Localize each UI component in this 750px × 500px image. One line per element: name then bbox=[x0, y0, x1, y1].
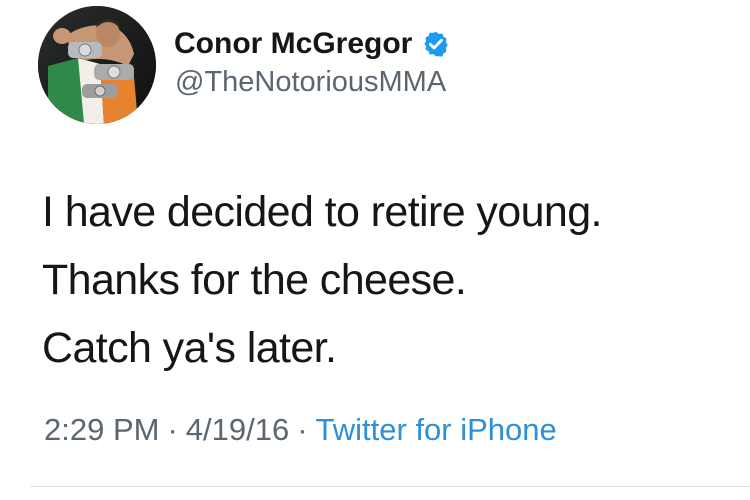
user-handle[interactable]: @TheNotoriousMMA bbox=[175, 66, 446, 99]
avatar[interactable] bbox=[38, 6, 156, 124]
meta-separator: · bbox=[167, 412, 178, 447]
tweet-text-line: Catch ya's later. bbox=[42, 324, 337, 372]
tweet-metadata: 2:29 PM · 4/19/16 · Twitter for iPhone bbox=[44, 412, 557, 448]
tweet-text: I have decided to retire young. Thanks f… bbox=[42, 178, 732, 382]
meta-separator: · bbox=[297, 412, 308, 447]
tweet-text-line: I have decided to retire young. bbox=[42, 188, 602, 236]
tweet-text-line: Thanks for the cheese. bbox=[42, 256, 467, 304]
tweet-time[interactable]: 2:29 PM bbox=[44, 412, 159, 448]
tweet-source-link[interactable]: Twitter for iPhone bbox=[316, 412, 557, 448]
tweet-date[interactable]: 4/19/16 bbox=[186, 412, 289, 448]
tweet-card: Conor McGregor @TheNotoriousMMA I have d… bbox=[0, 0, 750, 500]
divider bbox=[30, 486, 750, 487]
author-row: Conor McGregor bbox=[174, 26, 450, 62]
verified-badge-icon bbox=[422, 30, 450, 58]
avatar-image bbox=[38, 6, 156, 124]
display-name[interactable]: Conor McGregor bbox=[174, 27, 412, 61]
